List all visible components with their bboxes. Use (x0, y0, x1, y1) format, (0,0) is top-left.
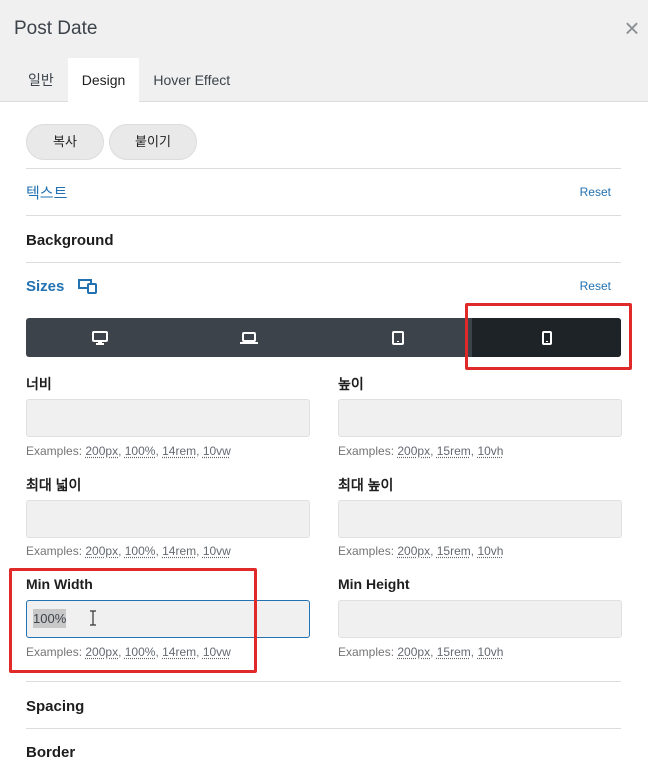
min-height-examples: Examples: 200px, 15rem, 10vh (338, 645, 504, 659)
min-height-input[interactable] (338, 600, 622, 638)
example-value[interactable]: 200px (397, 645, 430, 659)
copy-button[interactable]: 복사 (26, 124, 104, 160)
min-height-label: Min Height (338, 576, 410, 592)
panel-header: Post Date × 일반 Design Hover Effect (0, 0, 648, 103)
device-mobile-button[interactable] (472, 318, 621, 357)
example-value[interactable]: 15rem (437, 645, 471, 659)
example-value[interactable]: 200px (85, 544, 118, 558)
example-value[interactable]: 14rem (162, 645, 196, 659)
width-input[interactable] (26, 399, 310, 437)
example-value[interactable]: 100% (125, 645, 156, 659)
tab-design[interactable]: Design (67, 58, 140, 103)
max-width-examples: Examples: 200px, 100%, 14rem, 10vw (26, 544, 231, 558)
divider (26, 681, 621, 682)
example-value[interactable]: 10vw (203, 444, 231, 458)
min-width-input[interactable]: 100% (26, 600, 310, 638)
max-height-label: 최대 높이 (338, 477, 394, 493)
example-value[interactable]: 100% (125, 544, 156, 558)
example-value[interactable]: 10vh (477, 544, 503, 558)
example-value[interactable]: 200px (397, 544, 430, 558)
max-height-examples: Examples: 200px, 15rem, 10vh (338, 544, 504, 558)
mobile-icon (541, 330, 552, 345)
tab-hover-effect[interactable]: Hover Effect (139, 58, 244, 102)
width-examples: Examples: 200px, 100%, 14rem, 10vw (26, 444, 231, 458)
paste-button[interactable]: 붙이기 (109, 124, 197, 160)
tablet-icon (391, 330, 404, 345)
laptop-icon (240, 331, 259, 344)
max-width-label: 최대 넓이 (26, 477, 82, 493)
examples-label: Examples: (338, 444, 395, 458)
sizes-reset-link[interactable]: Reset (580, 279, 611, 293)
height-examples: Examples: 200px, 15rem, 10vh (338, 444, 504, 458)
min-width-value: 100% (33, 609, 67, 628)
examples-label: Examples: (338, 544, 395, 558)
section-text-title[interactable]: 텍스트 (26, 182, 67, 203)
width-label: 너비 (26, 376, 52, 392)
example-value[interactable]: 10vh (477, 645, 503, 659)
divider (26, 168, 621, 169)
panel-title: Post Date (14, 18, 98, 39)
tab-general[interactable]: 일반 (14, 58, 68, 102)
max-width-input[interactable] (26, 500, 310, 538)
examples-label: Examples: (26, 444, 83, 458)
section-spacing-title[interactable]: Spacing (26, 698, 84, 715)
close-icon[interactable]: × (620, 15, 644, 41)
text-cursor-icon (90, 610, 96, 626)
example-value[interactable]: 14rem (162, 444, 196, 458)
text-reset-link[interactable]: Reset (580, 185, 611, 199)
height-input[interactable] (338, 399, 622, 437)
example-value[interactable]: 14rem (162, 544, 196, 558)
example-value[interactable]: 15rem (437, 444, 471, 458)
max-height-input[interactable] (338, 500, 622, 538)
divider (26, 215, 621, 216)
example-value[interactable]: 200px (397, 444, 430, 458)
min-width-examples: Examples: 200px, 100%, 14rem, 10vw (26, 645, 231, 659)
divider (26, 728, 621, 729)
example-value[interactable]: 100% (125, 444, 156, 458)
responsive-icon[interactable] (78, 278, 98, 299)
device-laptop-button[interactable] (175, 318, 324, 357)
divider (26, 262, 621, 263)
example-value[interactable]: 10vh (477, 444, 503, 458)
examples-label: Examples: (26, 645, 83, 659)
section-sizes-title[interactable]: Sizes (26, 278, 64, 295)
example-value[interactable]: 15rem (437, 544, 471, 558)
height-label: 높이 (338, 376, 364, 392)
example-value[interactable]: 200px (85, 645, 118, 659)
examples-label: Examples: (26, 544, 83, 558)
min-width-label: Min Width (26, 576, 93, 592)
example-value[interactable]: 10vw (203, 544, 231, 558)
section-background-title[interactable]: Background (26, 232, 114, 249)
desktop-icon (92, 330, 109, 345)
tab-bar: 일반 Design Hover Effect (14, 58, 244, 103)
section-border-title[interactable]: Border (26, 744, 75, 761)
example-value[interactable]: 10vw (203, 645, 231, 659)
device-switcher (26, 318, 621, 357)
device-desktop-button[interactable] (26, 318, 175, 357)
device-tablet-button[interactable] (324, 318, 473, 357)
examples-label: Examples: (338, 645, 395, 659)
example-value[interactable]: 200px (85, 444, 118, 458)
